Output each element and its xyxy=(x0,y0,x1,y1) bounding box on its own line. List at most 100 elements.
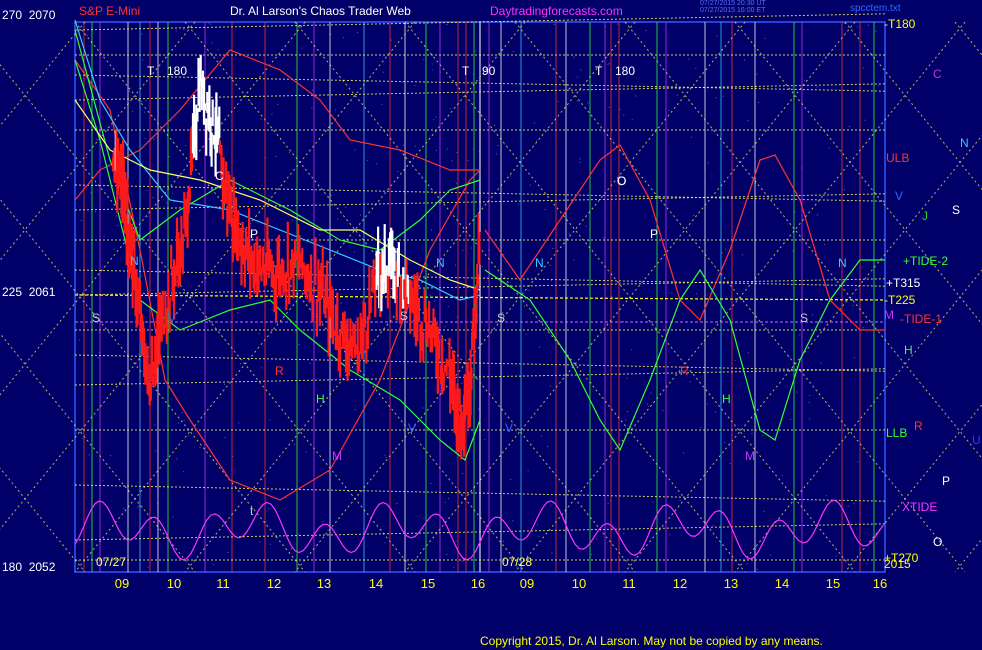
star xyxy=(210,23,212,25)
price-bar xyxy=(229,185,232,215)
star xyxy=(335,109,336,111)
star xyxy=(868,24,869,26)
star xyxy=(746,563,748,565)
star xyxy=(541,435,543,437)
star xyxy=(102,480,104,482)
planet-letter: P xyxy=(250,227,258,241)
star xyxy=(768,299,770,301)
star xyxy=(435,116,437,118)
price-bar xyxy=(210,132,213,167)
right-label: C xyxy=(933,67,942,81)
star xyxy=(756,73,758,75)
price-bar xyxy=(436,326,439,394)
star xyxy=(524,35,526,37)
star xyxy=(147,566,149,568)
star xyxy=(178,422,180,424)
star xyxy=(327,529,329,531)
star xyxy=(747,120,749,122)
star xyxy=(309,362,311,364)
star xyxy=(359,214,361,216)
x-tick-label: 12 xyxy=(266,576,282,591)
star xyxy=(478,151,480,153)
star xyxy=(853,502,855,504)
star xyxy=(298,344,300,345)
right-label: +T315 xyxy=(886,276,921,290)
star xyxy=(512,50,514,52)
star xyxy=(446,24,448,25)
site-link[interactable]: Daytradingforecasts.com xyxy=(490,4,623,18)
right-label: V xyxy=(895,189,904,203)
price-bar xyxy=(442,371,445,391)
star xyxy=(292,219,293,221)
star xyxy=(401,82,403,83)
star xyxy=(86,34,88,36)
star xyxy=(715,411,716,413)
star xyxy=(188,435,190,437)
star xyxy=(721,252,723,254)
star xyxy=(110,455,111,457)
star xyxy=(275,156,277,157)
star xyxy=(788,356,790,358)
star xyxy=(154,424,156,426)
planet-letter: P xyxy=(650,227,658,241)
star xyxy=(183,471,185,473)
star xyxy=(381,103,383,105)
star xyxy=(137,506,139,508)
star xyxy=(258,333,260,335)
star xyxy=(181,411,183,413)
star xyxy=(877,85,879,87)
x-tick-label: 09 xyxy=(519,576,535,591)
price-bar xyxy=(149,382,152,401)
star xyxy=(366,159,368,161)
price-bar xyxy=(231,217,234,263)
star xyxy=(268,508,270,510)
star xyxy=(756,569,758,571)
planet-letter: R xyxy=(275,364,284,378)
price-bar xyxy=(126,178,129,211)
star xyxy=(138,505,140,507)
planet-letter: R xyxy=(680,364,689,378)
star xyxy=(434,300,435,302)
star xyxy=(462,472,464,474)
planet-letter: H xyxy=(316,392,325,406)
star xyxy=(725,248,727,250)
planet-letter: M xyxy=(745,449,755,463)
star xyxy=(573,259,575,261)
star xyxy=(808,402,810,403)
star xyxy=(688,58,690,60)
star xyxy=(237,312,239,314)
star xyxy=(707,162,709,164)
planet-letter: t xyxy=(250,504,254,518)
price-bar xyxy=(403,279,406,300)
star xyxy=(414,85,416,87)
star xyxy=(260,118,262,120)
star xyxy=(271,309,273,311)
star xyxy=(828,147,830,149)
star xyxy=(824,244,826,245)
star xyxy=(261,367,263,369)
right-label: ULB xyxy=(886,151,910,165)
x-tick-label: 15 xyxy=(420,576,436,591)
diag-line xyxy=(954,538,982,573)
planet-letter: N xyxy=(436,256,445,270)
star xyxy=(671,292,673,294)
price-bar xyxy=(457,424,461,453)
star xyxy=(382,71,384,73)
star xyxy=(875,30,877,32)
star xyxy=(569,233,571,235)
star xyxy=(689,381,691,383)
time-label: T xyxy=(462,64,470,78)
star xyxy=(298,533,300,535)
price-bar xyxy=(237,210,240,262)
star xyxy=(144,137,146,139)
star xyxy=(301,290,303,292)
price-bar xyxy=(211,99,214,127)
x-tick-label: 14 xyxy=(774,576,790,591)
star xyxy=(693,215,695,216)
price-bar xyxy=(478,232,481,265)
star xyxy=(742,254,743,256)
star xyxy=(277,103,279,105)
time-label: 90 xyxy=(482,64,496,78)
star xyxy=(269,419,271,421)
x-tick-label: 16 xyxy=(872,576,888,591)
